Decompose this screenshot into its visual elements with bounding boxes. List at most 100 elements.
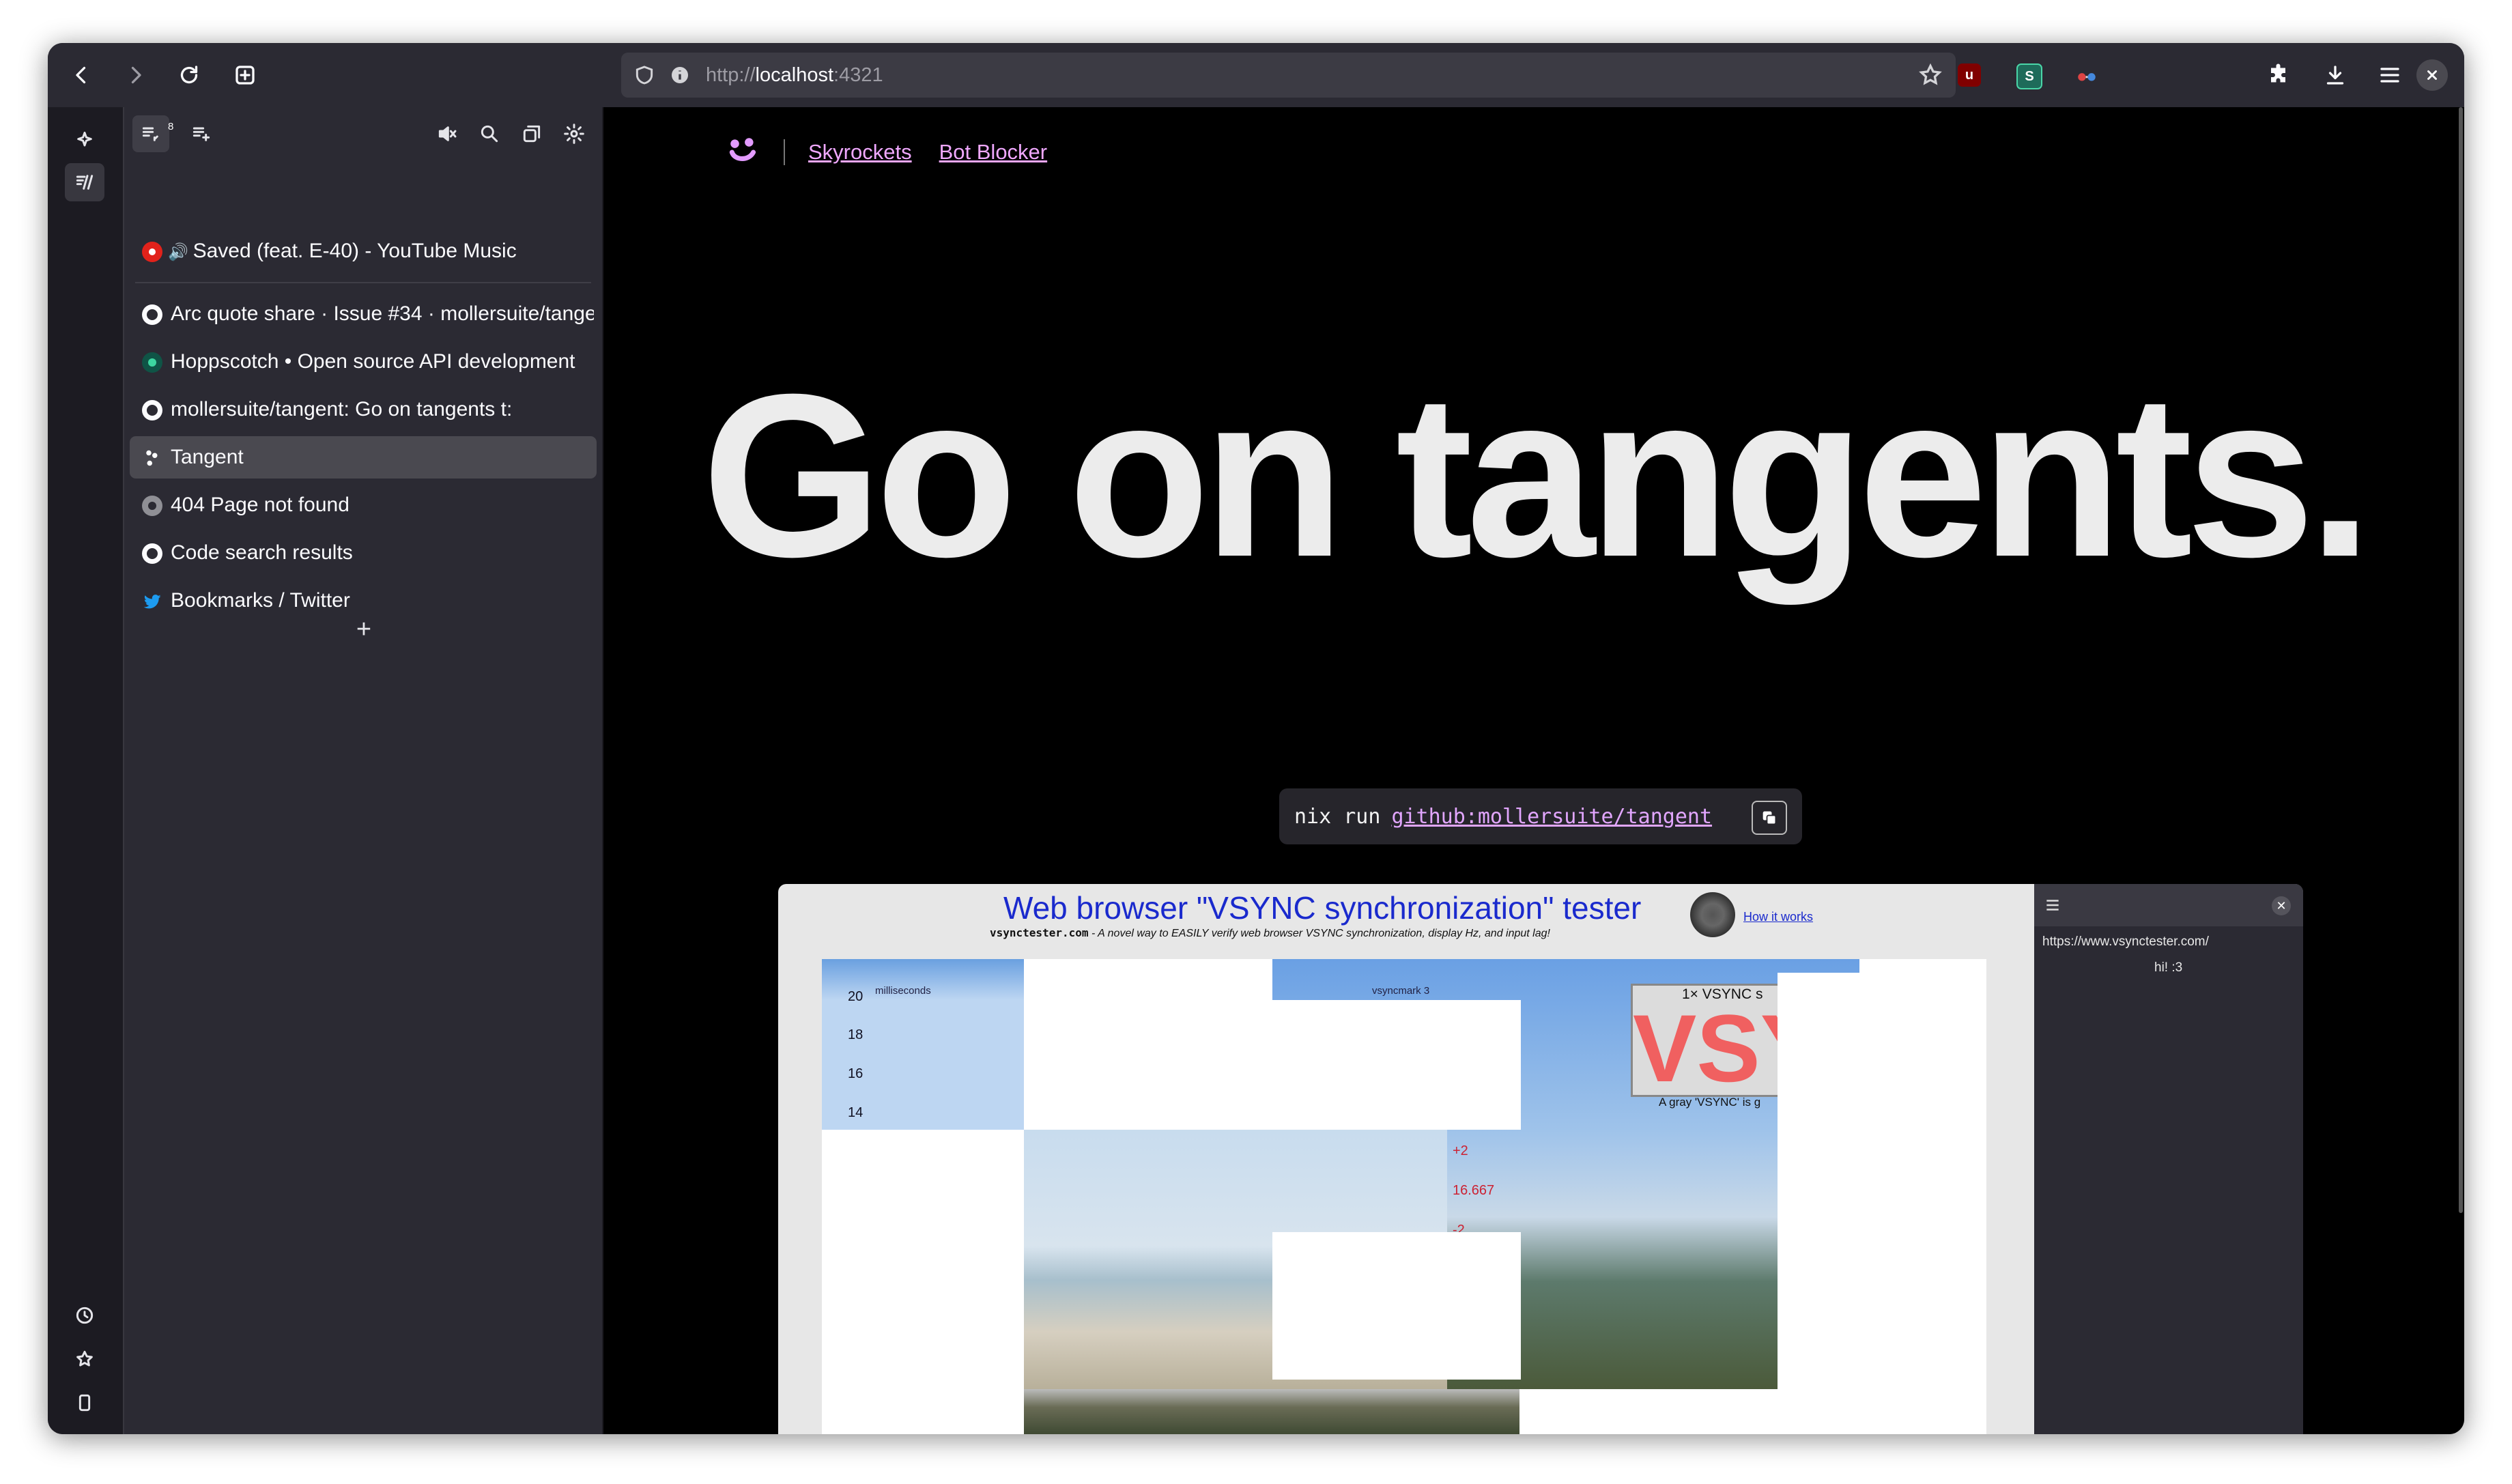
url-host: localhost bbox=[755, 64, 834, 86]
tab-title: Arc quote share · Issue #34 · mollersuit… bbox=[171, 302, 594, 325]
mini-sidebar-panel: ✕ https://www.vsynctester.com/ hi! :3 bbox=[2034, 884, 2303, 1434]
vertical-tabs-button[interactable] bbox=[65, 163, 104, 201]
github-icon bbox=[142, 543, 162, 564]
hoppscotch-icon bbox=[142, 352, 162, 373]
history-button[interactable] bbox=[65, 1296, 104, 1335]
synced-tabs-button[interactable] bbox=[65, 1384, 104, 1422]
mini-menu-icon[interactable] bbox=[2044, 896, 2061, 914]
tab-item[interactable]: 🔊 Saved (feat. E-40) - YouTube Music bbox=[130, 230, 597, 272]
reload-icon bbox=[180, 66, 198, 84]
hamburger-icon bbox=[2380, 68, 2399, 83]
github-icon bbox=[142, 400, 162, 420]
tab-item[interactable]: Code search results bbox=[130, 532, 597, 574]
url-port: :4321 bbox=[833, 64, 883, 86]
tab-count-badge: 8 bbox=[168, 121, 174, 132]
nav-link-bot-blocker[interactable]: Bot Blocker bbox=[939, 140, 1048, 165]
sparkle-icon bbox=[77, 131, 92, 147]
tab-item[interactable]: mollersuite/tangent: Go on tangents t: bbox=[130, 388, 597, 431]
reload-button[interactable] bbox=[172, 58, 206, 92]
mini-close-icon[interactable]: ✕ bbox=[2272, 896, 2291, 915]
tab-title: 🔊 Saved (feat. E-40) - YouTube Music bbox=[168, 230, 591, 274]
tab-list-icon bbox=[142, 127, 158, 141]
vsync-site-name: vsynctester.com bbox=[990, 926, 1089, 939]
command-repo-link[interactable]: github:mollersuite/tangent bbox=[1391, 805, 1712, 829]
menu-button[interactable] bbox=[2373, 58, 2407, 92]
pinned-separator bbox=[135, 282, 591, 283]
tangent-icon bbox=[142, 448, 162, 468]
puzzle-icon bbox=[2271, 63, 2285, 83]
sidebar-rail bbox=[48, 107, 124, 1434]
y-tick: 14 bbox=[848, 1105, 863, 1120]
bookmarks-button[interactable] bbox=[65, 1340, 104, 1378]
plus-square-icon bbox=[235, 66, 255, 85]
y-tick: 16 bbox=[848, 1066, 863, 1081]
all-tabs-button[interactable]: 8 bbox=[132, 115, 173, 152]
forward-button[interactable] bbox=[119, 58, 153, 92]
url-prefix: http:// bbox=[706, 64, 756, 86]
github-icon bbox=[142, 304, 162, 325]
mute-button[interactable] bbox=[429, 115, 466, 152]
tab-item-selected[interactable]: Tangent bbox=[130, 436, 597, 479]
extensions-button[interactable] bbox=[2262, 58, 2296, 92]
address-bar[interactable]: http://localhost:4321 bbox=[621, 53, 1956, 98]
right-label: +2 bbox=[1453, 1143, 1468, 1158]
graph-label-right: vsyncmark 3 bbox=[1372, 985, 1430, 997]
command-prefix: nix run bbox=[1294, 804, 1381, 829]
nav-link-skyrockets[interactable]: Skyrockets bbox=[808, 140, 912, 165]
ai-chat-button[interactable] bbox=[65, 121, 104, 159]
download-icon bbox=[2326, 66, 2344, 85]
tab-item[interactable]: Arc quote share · Issue #34 · mollersuit… bbox=[130, 293, 597, 335]
glasses-extension-icon[interactable] bbox=[2075, 63, 2098, 87]
duplicate-button[interactable] bbox=[513, 115, 550, 152]
y-tick: 18 bbox=[848, 1027, 863, 1042]
vertical-tabs-sidebar: 8 🔊 Saved (feat. E-40) - YouTube Music A… bbox=[124, 107, 602, 1434]
beach-photo-bottom bbox=[1024, 1389, 1519, 1434]
ublock-origin-icon[interactable]: u bbox=[1958, 63, 1981, 87]
new-tab-button[interactable] bbox=[228, 58, 262, 92]
hero-heading: Go on tangents. bbox=[702, 346, 2373, 605]
mini-panel-url: https://www.vsynctester.com/ bbox=[2042, 934, 2209, 949]
vsync-title: Web browser "VSYNC synchronization" test… bbox=[1003, 890, 1642, 926]
browser-toolbar: http://localhost:4321 u S bbox=[48, 43, 2464, 107]
sidebar-settings-button[interactable] bbox=[556, 115, 593, 152]
speaker-mute-icon bbox=[438, 126, 457, 141]
close-window-button[interactable] bbox=[2416, 59, 2448, 91]
tab-title-text: Saved (feat. E-40) - YouTube Music bbox=[192, 240, 517, 262]
copy-windows-icon bbox=[523, 125, 541, 143]
page-scrollbar[interactable] bbox=[2459, 107, 2463, 1213]
right-label: 16.667 bbox=[1453, 1183, 1495, 1198]
back-arrow-icon bbox=[76, 66, 86, 84]
mini-panel-header: ✕ bbox=[2034, 884, 2303, 926]
audio-playing-icon: 🔊 bbox=[168, 243, 193, 261]
twitter-icon bbox=[142, 591, 162, 612]
tab-title: 404 Page not found bbox=[171, 494, 349, 516]
tabs-icon bbox=[76, 175, 94, 190]
tab-item[interactable]: 404 Page not found bbox=[130, 484, 597, 526]
back-button[interactable] bbox=[64, 58, 98, 92]
tab-groups-button[interactable] bbox=[183, 115, 220, 152]
copy-button[interactable] bbox=[1752, 801, 1787, 835]
new-tab-plus-button[interactable]: + bbox=[348, 614, 380, 645]
vsync-subtitle: vsynctester.com - A novel way to EASILY … bbox=[990, 926, 1550, 940]
tab-item[interactable]: Hoppscotch • Open source API development bbox=[130, 341, 597, 383]
search-tabs-button[interactable] bbox=[471, 115, 508, 152]
gear-icon bbox=[564, 124, 584, 144]
bookmark-star-icon[interactable] bbox=[1918, 63, 1943, 87]
page-content: Skyrockets Bot Blocker Go on tangents. n… bbox=[603, 107, 2464, 1434]
graph-label-left: milliseconds bbox=[875, 985, 931, 997]
tab-title: Bookmarks / Twitter bbox=[171, 589, 350, 612]
tangent-logo-icon[interactable] bbox=[726, 134, 760, 171]
glasses-icon bbox=[2078, 73, 2096, 81]
copy-icon bbox=[1762, 811, 1777, 825]
white-tile bbox=[1024, 1000, 1272, 1130]
downloads-button[interactable] bbox=[2318, 58, 2352, 92]
how-it-works-link[interactable]: How it works bbox=[1743, 910, 1813, 924]
stylus-icon[interactable]: S bbox=[2016, 63, 2042, 89]
white-tile bbox=[1519, 1389, 1778, 1434]
sidebar-header: 8 bbox=[124, 107, 602, 159]
list-add-icon bbox=[192, 127, 210, 141]
info-icon bbox=[672, 67, 688, 83]
tab-title: mollersuite/tangent: Go on tangents t: bbox=[171, 398, 513, 420]
y-tick: 20 bbox=[848, 989, 863, 1004]
white-tile bbox=[1778, 973, 1986, 1434]
